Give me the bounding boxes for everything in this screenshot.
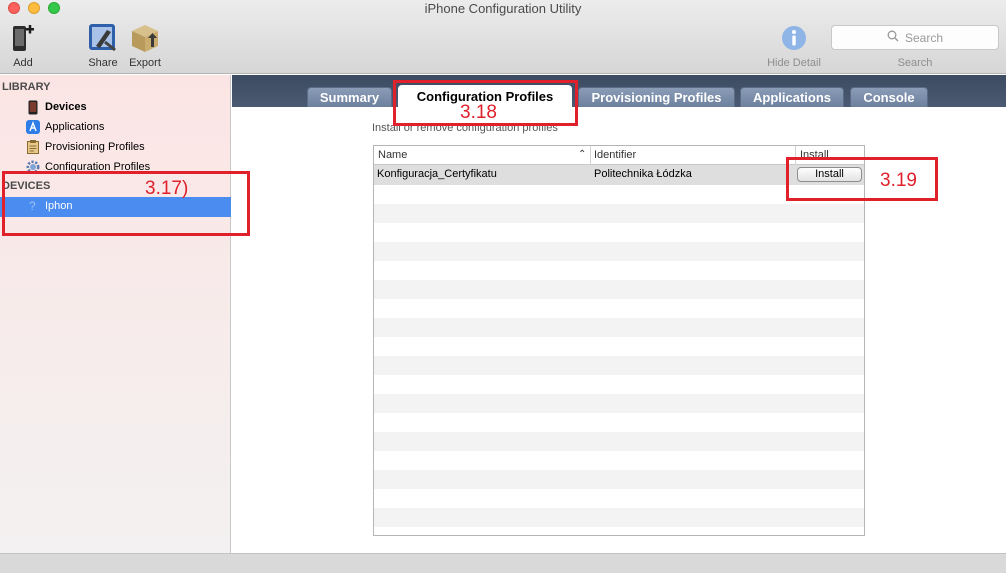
annotation-label-3-19: 3.19 [880,170,917,191]
profile-name-cell: Konfiguracja_Certyfikatu [377,168,497,180]
empty-table-row [374,413,864,432]
tab-bar: Summary Configuration Profiles Provision… [232,75,1006,107]
share-icon [85,22,121,54]
empty-table-row [374,204,864,223]
empty-table-row [374,432,864,451]
add-button[interactable]: Add [8,22,38,69]
search-label: Search [897,57,933,69]
export-button[interactable]: Export [125,22,165,69]
sidebar: LIBRARY Devices Applications Provisionin… [0,75,231,553]
library-header: LIBRARY [2,81,51,93]
empty-table-row [374,223,864,242]
empty-table-row [374,337,864,356]
profile-identifier-cell: Politechnika Łódzka [594,168,692,180]
sidebar-item-label: Provisioning Profiles [45,141,145,153]
tab-summary[interactable]: Summary [307,87,392,107]
profiles-table: Name ⌃ Identifier Install Konfiguracja_C… [373,145,865,536]
column-header-name[interactable]: Name [378,149,407,161]
empty-table-row [374,280,864,299]
empty-table-row [374,451,864,470]
empty-table-row [374,299,864,318]
search-input[interactable]: Search [831,25,999,50]
main-content: Summary Configuration Profiles Provision… [232,75,1006,553]
sort-chevron-up-icon: ⌃ [578,149,587,160]
annotation-box-devices [2,171,250,236]
empty-table-row [374,242,864,261]
sidebar-item-provisioning-profiles[interactable]: Provisioning Profiles [25,139,145,155]
annotation-label-3-18: 3.18 [460,102,497,123]
table-body: Konfiguracja_Certyfikatu Politechnika Łó… [374,165,864,535]
sidebar-item-label: Applications [45,121,105,133]
export-box-icon [125,22,165,54]
empty-table-row [374,508,864,527]
share-button[interactable]: Share [85,22,121,69]
empty-table-row [374,527,864,535]
empty-table-row [374,375,864,394]
app-store-icon [25,119,41,135]
empty-table-row [374,489,864,508]
add-label: Add [13,57,33,69]
clipboard-icon [25,139,41,155]
column-header-identifier[interactable]: Identifier [594,149,636,161]
status-bar [0,553,1006,573]
hide-detail-button[interactable]: Hide Detail [760,22,828,69]
iphone-icon [25,99,41,115]
empty-table-row [374,261,864,280]
add-device-icon [8,22,38,54]
annotation-label-3-17: 3.17) [145,178,189,199]
tab-provisioning-profiles[interactable]: Provisioning Profiles [578,87,735,107]
empty-table-row [374,394,864,413]
empty-table-row [374,318,864,337]
sidebar-item-applications[interactable]: Applications [25,119,104,135]
sidebar-item-devices[interactable]: Devices [25,99,87,115]
tab-console[interactable]: Console [850,87,928,107]
search-field-group: Search Search [831,25,999,69]
app-window: iPhone Configuration Utility Add Share E… [0,0,1006,573]
empty-table-row [374,470,864,489]
hide-detail-label: Hide Detail [767,57,821,69]
empty-table-row [374,356,864,375]
sidebar-item-label: Devices [45,101,87,113]
tab-applications[interactable]: Applications [740,87,844,107]
info-icon [760,22,828,54]
window-title: iPhone Configuration Utility [424,1,582,16]
export-label: Export [129,57,161,69]
column-divider[interactable] [590,146,591,165]
search-placeholder: Search [904,30,944,45]
search-icon [887,30,899,45]
toolbar: iPhone Configuration Utility Add Share E… [0,0,1006,74]
share-label: Share [88,57,118,69]
